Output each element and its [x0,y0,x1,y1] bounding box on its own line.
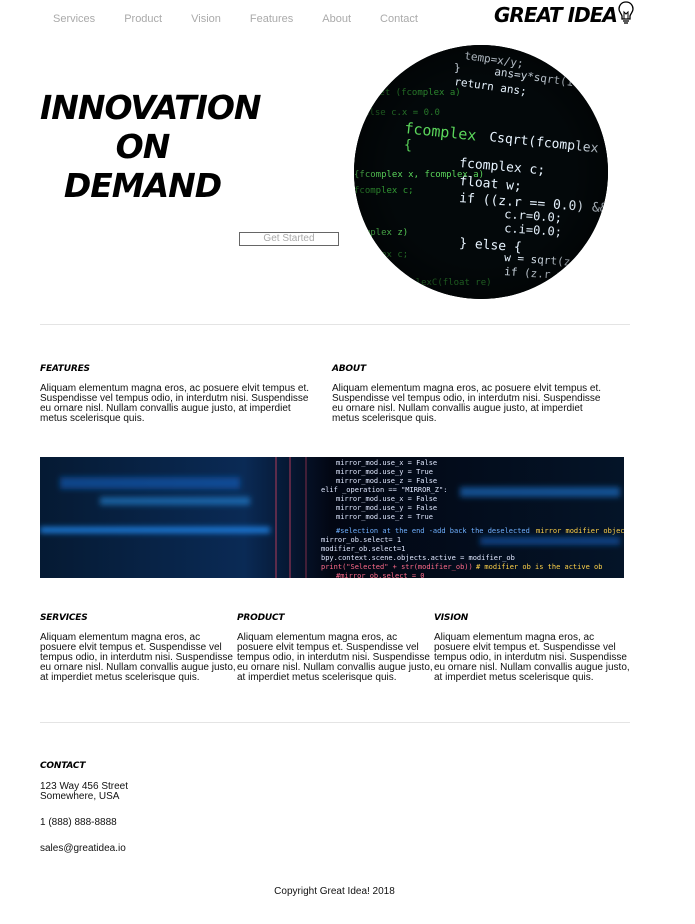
hero-title-line: DEMAND [63,166,222,205]
about-heading: ABOUT [332,364,366,374]
services-body: Aliquam elementum magna eros, ac posuere… [40,632,236,683]
copyright-text: Copyright Great Idea! 2018 [274,886,395,897]
svg-text:mirror modifier object: mirror modifier object [536,527,624,535]
logo[interactable]: GREAT IDEA [494,0,635,30]
svg-text:mirror_mod.use_x = False: mirror_mod.use_x = False [336,459,437,467]
features-heading: FEATURES [40,364,90,374]
svg-text:mirror_mod.use_x = False: mirror_mod.use_x = False [336,495,437,503]
nav-item-features[interactable]: Features [250,13,293,25]
svg-text:elif _operation == "MIRROR_Z":: elif _operation == "MIRROR_Z": [321,486,447,494]
features-body: Aliquam elementum magna eros, ac posuere… [40,383,310,424]
svg-text:#mirror_ob.select = 0: #mirror_ob.select = 0 [336,572,425,578]
get-started-button[interactable]: Get Started [239,232,339,246]
nav-item-product[interactable]: Product [124,13,162,25]
svg-text:mirror_mod.use_z = True: mirror_mod.use_z = True [336,513,433,521]
product-heading: PRODUCT [237,613,285,623]
code-banner-image: mirror_mod.use_x = False mirror_mod.use_… [40,457,624,578]
svg-text:#selection at the end -add bac: #selection at the end -add back the dese… [336,527,530,535]
divider [40,722,630,723]
svg-text:mirror_mod.use_y = False: mirror_mod.use_y = False [336,504,437,512]
address-line: Somewhere, USA [40,791,120,802]
divider [40,324,630,325]
about-body: Aliquam elementum magna eros, ac posuere… [332,383,602,424]
hero-title-line: INNOVATION [40,88,262,127]
svg-text:mirror_ob.select= 1: mirror_ob.select= 1 [321,536,401,544]
services-heading: SERVICES [40,613,88,623]
nav-item-contact[interactable]: Contact [380,13,418,25]
svg-text:# modifier ob is the active ob: # modifier ob is the active ob [476,563,602,571]
top-nav: Services Product Vision Features About C… [53,13,447,25]
nav-item-services[interactable]: Services [53,13,95,25]
lightbulb-icon [617,0,635,30]
svg-text:modifier_ob.select=1: modifier_ob.select=1 [321,545,405,553]
svg-text:mirror_mod.use_z = False: mirror_mod.use_z = False [336,477,437,485]
hero-title: INNOVATION ON DEMAND [40,88,262,205]
hero-title-line: ON [115,127,171,166]
email-link[interactable]: sales@greatidea.io [40,844,126,854]
contact-heading: CONTACT [40,761,86,771]
svg-text:mirror_mod.use_y = True: mirror_mod.use_y = True [336,468,433,476]
nav-item-vision[interactable]: Vision [191,13,221,25]
vision-body: Aliquam elementum magna eros, ac posuere… [434,632,630,683]
svg-text:bpy.context.scene.objects.acti: bpy.context.scene.objects.active = modif… [321,554,515,562]
logo-text: GREAT IDEA [494,3,618,27]
nav-item-about[interactable]: About [322,13,351,25]
product-body: Aliquam elementum magna eros, ac posuere… [237,632,433,683]
vision-heading: VISION [434,613,469,623]
code-screen-image: temp=x/y; } ans=y*sqrt(1.0+temp* return … [354,45,608,299]
phone-number[interactable]: 1 (888) 888-8888 [40,818,117,828]
svg-text:print("Selected" + str(modifie: print("Selected" + str(modifier_ob)) [321,563,473,571]
